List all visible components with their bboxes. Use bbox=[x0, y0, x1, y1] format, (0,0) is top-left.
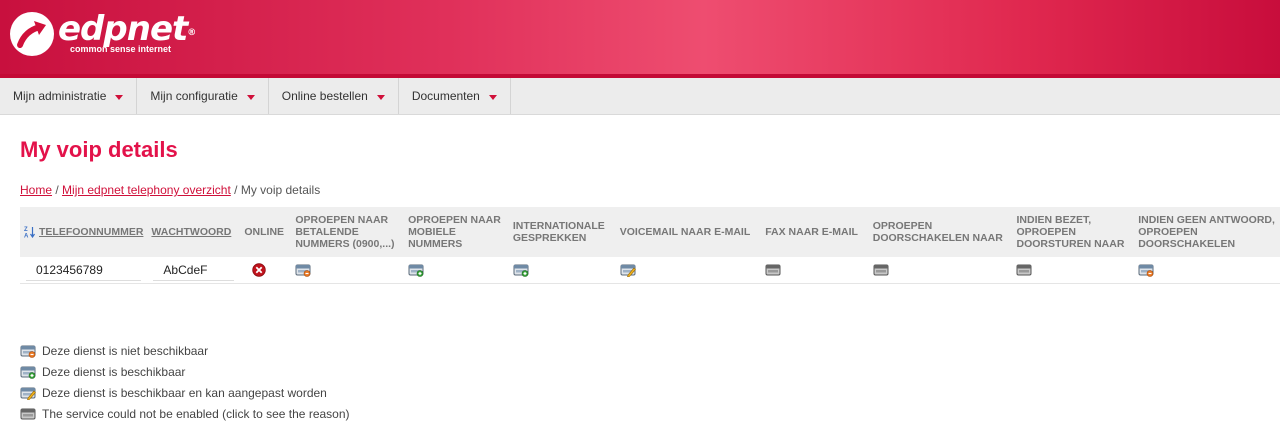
col-call-forward: Oproepen doorschakelen naar bbox=[872, 220, 1003, 244]
table-header-row: Z A Telefoonnummer Wachtwoord Online Oproe… bbox=[20, 207, 1280, 257]
legend-label: The service could not be enabled (click … bbox=[42, 406, 350, 421]
sort-az-icon: ZA bbox=[24, 226, 36, 240]
paid-cell bbox=[291, 257, 405, 284]
caret-down-icon bbox=[246, 94, 255, 100]
forward-cell bbox=[868, 257, 1013, 284]
service-editable-icon[interactable] bbox=[620, 263, 636, 278]
col-paid-numbers: Oproepen naar betalende nummers (0900,..… bbox=[295, 214, 395, 250]
site-header: edpnet® common sense internet bbox=[0, 0, 1280, 78]
legend-item: Deze dienst is niet beschikbaar bbox=[20, 340, 350, 361]
breadcrumb-telephony-link[interactable]: Mijn edpnet telephony overzicht bbox=[62, 183, 231, 197]
legend-item: Deze dienst is beschikbaar bbox=[20, 361, 350, 382]
nav-online-bestellen[interactable]: Online bestellen bbox=[269, 78, 399, 114]
legend-item: Deze dienst is beschikbaar en kan aangep… bbox=[20, 382, 350, 403]
service-available-icon[interactable] bbox=[408, 263, 424, 278]
col-online: Online bbox=[244, 226, 285, 238]
nav-documenten[interactable]: Documenten bbox=[399, 78, 511, 114]
voip-table: Z A Telefoonnummer Wachtwoord Online Oproe… bbox=[20, 207, 1280, 284]
svg-text:Z: Z bbox=[24, 227, 28, 233]
service-not-enabled-icon[interactable] bbox=[765, 263, 781, 277]
service-not-enabled-icon[interactable] bbox=[873, 263, 889, 277]
col-busy-forward: Indien bezet, oproepen doorsturen naar bbox=[1016, 214, 1125, 250]
caret-down-icon bbox=[376, 94, 385, 100]
busy-cell bbox=[1012, 257, 1135, 284]
offline-icon bbox=[252, 263, 267, 278]
col-mobile-numbers: Oproepen naar mobiele nummers bbox=[408, 214, 501, 250]
phone-cell: 0123456789 bbox=[20, 257, 148, 284]
caret-down-icon bbox=[488, 94, 497, 100]
password-cell: AbCdeF bbox=[147, 257, 241, 284]
service-editable-icon bbox=[20, 386, 36, 400]
col-fax-email: Fax naar e-mail bbox=[765, 226, 858, 238]
col-telefoonnummer[interactable]: Z A Telefoonnummer bbox=[20, 207, 147, 257]
edpnet-logo[interactable]: edpnet® common sense internet bbox=[10, 9, 196, 56]
svg-text:A: A bbox=[24, 234, 29, 239]
breadcrumb: Home / Mijn edpnet telephony overzicht /… bbox=[20, 183, 321, 197]
legend-label: Deze dienst is niet beschikbaar bbox=[42, 343, 209, 358]
noanswer-cell bbox=[1134, 257, 1280, 284]
online-cell bbox=[240, 257, 292, 284]
service-unavailable-icon[interactable] bbox=[1138, 263, 1154, 278]
service-available-icon bbox=[20, 365, 36, 379]
breadcrumb-home-link[interactable]: Home bbox=[20, 183, 52, 197]
table-row: 0123456789 AbCdeF bbox=[20, 257, 1280, 284]
col-voicemail-email: Voicemail naar e-mail bbox=[619, 226, 751, 238]
col-international: Internationale gesprekken bbox=[512, 220, 605, 244]
service-unavailable-icon bbox=[20, 344, 36, 358]
password-value: AbCdeF bbox=[153, 260, 235, 281]
mobile-cell bbox=[404, 257, 509, 284]
service-not-enabled-icon bbox=[20, 407, 36, 421]
intl-cell bbox=[508, 257, 616, 284]
col-noanswer-forward: Indien geen antwoord, oproepen doorschak… bbox=[1138, 214, 1275, 250]
legend-label: Deze dienst is beschikbaar en kan aangep… bbox=[42, 385, 327, 400]
service-not-enabled-icon[interactable] bbox=[1016, 263, 1032, 277]
legend-label: Deze dienst is beschikbaar bbox=[42, 364, 186, 379]
nav-mijn-administratie[interactable]: Mijn administratie bbox=[0, 78, 138, 114]
voicemail-cell bbox=[615, 257, 762, 284]
main-nav: Mijn administratie Mijn configuratie Onl… bbox=[0, 78, 1280, 115]
fax-cell bbox=[761, 257, 869, 284]
col-wachtwoord[interactable]: Wachtwoord bbox=[147, 207, 240, 257]
caret-down-icon bbox=[115, 94, 124, 100]
logo-arrow-icon bbox=[10, 12, 54, 56]
logo-wordmark: edpnet® bbox=[58, 9, 196, 49]
legend: Deze dienst is niet beschikbaar Deze die… bbox=[20, 340, 350, 424]
service-unavailable-icon[interactable] bbox=[295, 263, 311, 278]
phone-number: 0123456789 bbox=[26, 260, 142, 281]
service-available-icon[interactable] bbox=[513, 263, 529, 278]
nav-mijn-configuratie[interactable]: Mijn configuratie bbox=[137, 78, 269, 114]
page-title: My voip details bbox=[20, 137, 178, 162]
breadcrumb-current: My voip details bbox=[240, 183, 321, 197]
